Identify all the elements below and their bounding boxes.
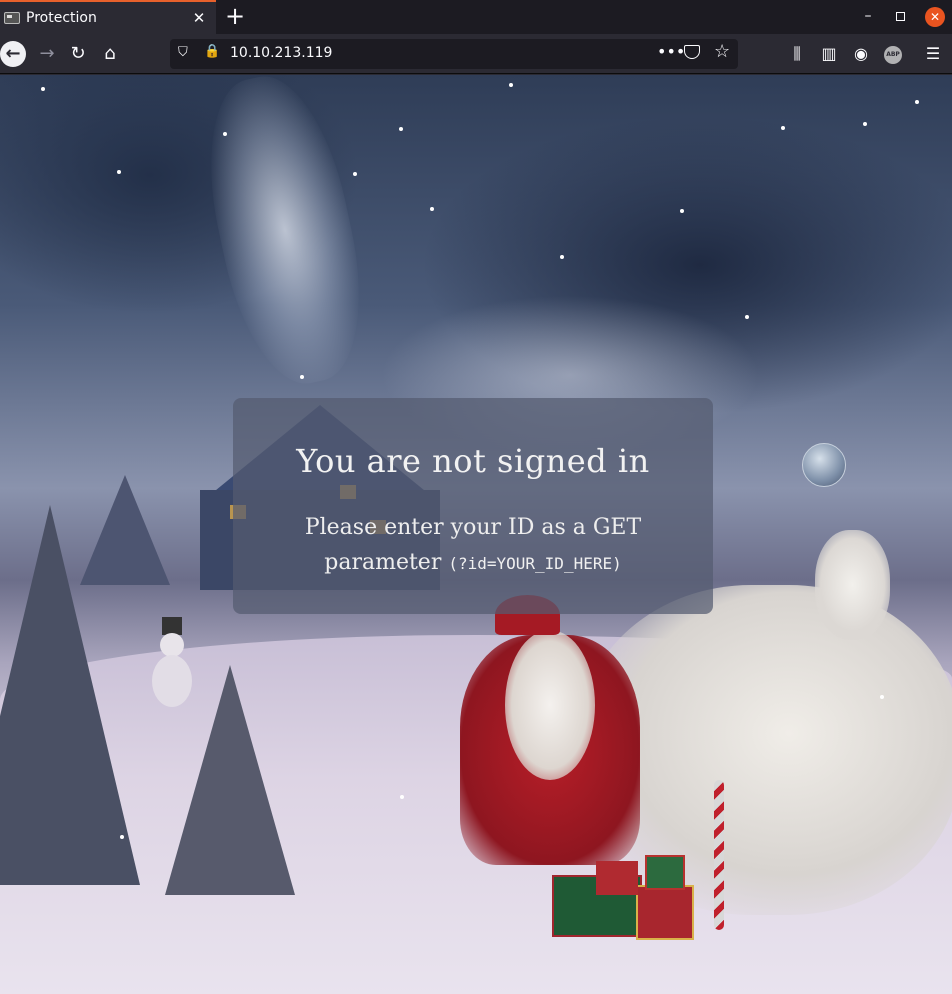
snowflake	[117, 170, 121, 174]
maximize-icon	[896, 12, 905, 21]
snowflake	[41, 87, 45, 91]
adblock-icon[interactable]: ABP	[878, 39, 908, 69]
santa-beard	[505, 630, 595, 780]
pine-tree	[80, 475, 170, 585]
insecure-lock-icon[interactable]: 🔒	[204, 44, 220, 62]
url-bar[interactable]: ⛉ 🔒 10.10.213.119 ••• ☆	[170, 39, 738, 69]
snowman-body	[152, 655, 192, 707]
snowflake	[400, 795, 404, 799]
snowflake	[509, 83, 513, 87]
pocket-icon[interactable]	[684, 45, 700, 59]
gift-box	[596, 861, 638, 895]
snowflake	[915, 100, 919, 104]
snowflake	[399, 127, 403, 131]
snowflake	[680, 209, 684, 213]
star-icon[interactable]: ☆	[714, 41, 730, 62]
polar-bear-cub	[815, 530, 890, 640]
snowman	[150, 615, 194, 710]
new-tab-button[interactable]: +	[222, 3, 248, 29]
snowflake	[745, 315, 749, 319]
window-minimize-button[interactable]: –	[858, 6, 878, 26]
sign-in-notice-card: You are not signed in Please enter your …	[233, 398, 713, 614]
page-content: You are not signed in Please enter your …	[0, 75, 952, 994]
reload-icon[interactable]: ↻	[63, 39, 93, 69]
home-icon[interactable]: ⌂	[95, 39, 125, 69]
snowman-head	[160, 633, 184, 657]
snowflake	[120, 835, 124, 839]
snowflake	[560, 255, 564, 259]
window-maximize-button[interactable]	[892, 8, 908, 24]
tab-close-icon[interactable]: ✕	[190, 9, 208, 27]
library-icon[interactable]: ⫼	[782, 39, 812, 69]
account-icon[interactable]: ◉	[846, 39, 876, 69]
url-text[interactable]: 10.10.213.119	[230, 45, 332, 61]
forward-arrow-icon[interactable]: →	[32, 39, 62, 69]
snowflake	[880, 695, 884, 699]
window-close-button[interactable]: ✕	[925, 7, 945, 27]
terminal-favicon-icon	[4, 12, 20, 24]
snowflake	[223, 132, 227, 136]
page-actions-button[interactable]: •••	[657, 42, 685, 61]
snowflake	[353, 172, 357, 176]
hamburger-menu-icon[interactable]: ☰	[918, 39, 948, 69]
snowflake	[430, 207, 434, 211]
tab-protection[interactable]: Protection ✕	[0, 0, 216, 34]
sidebar-icon[interactable]: ▥	[814, 39, 844, 69]
tab-title: Protection	[26, 10, 97, 26]
gift-box	[636, 885, 694, 940]
snowflake	[863, 122, 867, 126]
candy-cane	[714, 780, 724, 930]
snowflake	[781, 126, 785, 130]
page-title: You are not signed in	[296, 442, 650, 480]
shield-icon[interactable]: ⛉	[178, 45, 192, 61]
snowflake	[300, 375, 304, 379]
tab-strip: Protection ✕ + – ✕	[0, 0, 952, 34]
adblock-label: ABP	[884, 45, 902, 64]
snow-globe	[802, 443, 846, 487]
id-instruction-message: Please enter your ID as a GET parameter …	[263, 510, 683, 581]
id-parameter-code: (?id=YOUR_ID_HERE)	[448, 554, 622, 573]
navigation-toolbar: ← → ↻ ⌂ ⛉ 🔒 10.10.213.119 ••• ☆ ⫼ ▥ ◉ AB…	[0, 34, 952, 74]
back-arrow-icon[interactable]: ←	[0, 41, 26, 67]
gift-box	[645, 855, 685, 890]
